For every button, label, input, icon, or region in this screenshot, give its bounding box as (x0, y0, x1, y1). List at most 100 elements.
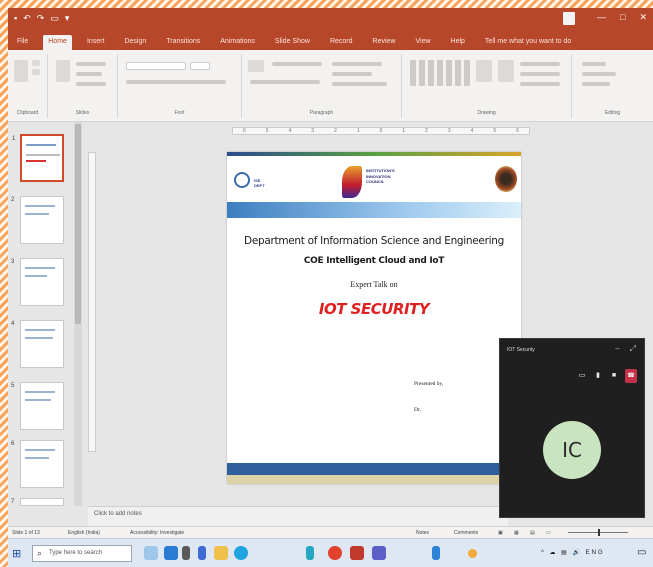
customize-icon[interactable]: ▾ (65, 13, 70, 24)
undo-icon[interactable]: ↶ (23, 13, 31, 24)
font-name-box[interactable] (126, 62, 186, 70)
font-size-box[interactable] (190, 62, 210, 70)
reading-view-icon[interactable]: ▤ (530, 530, 535, 536)
group-label: Drawing (477, 110, 496, 116)
redo-icon[interactable]: ↷ (37, 13, 45, 24)
reset-button[interactable] (76, 72, 102, 76)
file-explorer-icon[interactable] (214, 546, 228, 560)
group-clipboard: Clipboard (8, 54, 48, 118)
participant-avatar: IC (543, 421, 601, 479)
chrome-icon[interactable] (328, 546, 342, 560)
tab-transitions[interactable]: Transitions (161, 35, 205, 50)
shapes-gallery[interactable] (410, 60, 470, 86)
meeting-window-controls: – ⤢ (615, 344, 636, 354)
arrange-icon[interactable] (476, 60, 492, 82)
meeting-window[interactable]: IOT Security – ⤢ ▭ ▮ ■ ☎ IC (499, 338, 645, 518)
browser-icon[interactable] (234, 546, 248, 560)
edge-icon[interactable] (164, 546, 178, 560)
maximize-button[interactable]: □ (620, 12, 625, 23)
share-screen-icon[interactable]: ▭ (577, 371, 587, 381)
presenter-name: Dr. (414, 407, 421, 413)
mail-icon[interactable] (198, 546, 206, 560)
slide-thumbnail[interactable]: 2 (11, 196, 64, 244)
copy-icon[interactable] (32, 69, 40, 75)
quick-styles-icon[interactable] (498, 60, 514, 82)
tab-home[interactable]: Home (43, 35, 72, 50)
align-text-button[interactable] (332, 72, 372, 76)
tab-insert[interactable]: Insert (82, 35, 110, 50)
minimize-button[interactable]: — (597, 12, 606, 23)
slide-thumbnail[interactable]: 6 (11, 440, 64, 488)
notes-toggle[interactable]: Notes (416, 530, 429, 536)
zoom-slider-handle[interactable] (598, 529, 600, 536)
tab-record[interactable]: Record (325, 35, 358, 50)
bullets-icon[interactable] (248, 60, 264, 72)
group-drawing: Drawing (402, 54, 572, 118)
replace-button[interactable] (582, 72, 616, 76)
slide-sorter-icon[interactable]: ▦ (514, 530, 519, 536)
shape-fill-button[interactable] (520, 62, 560, 66)
title-bar: ▪ ↶ ↷ ▭ ▾ — □ ✕ (8, 8, 653, 30)
teams-icon[interactable] (372, 546, 386, 560)
font-format-buttons[interactable] (126, 80, 226, 84)
text-direction-button[interactable] (332, 62, 382, 66)
slide-thumbnail[interactable]: 1 (12, 134, 64, 182)
save-icon[interactable]: ▪ (14, 13, 17, 24)
slide-thumbnail[interactable]: 3 (11, 258, 64, 306)
user-avatar[interactable] (563, 12, 575, 25)
section-button[interactable] (76, 82, 106, 86)
shape-effects-button[interactable] (520, 82, 560, 86)
language-indicator[interactable]: English (India) (68, 530, 100, 536)
tab-file[interactable]: File (12, 35, 33, 50)
notes-pane[interactable]: Click to add notes (88, 506, 508, 526)
slide-thumbnail[interactable]: 5 (11, 382, 64, 430)
alignment-buttons[interactable] (250, 80, 320, 84)
slide-canvas[interactable]: ISE DEPT INSTITUTION'S INNOVATION COUNCIL D… (227, 152, 521, 484)
start-icon[interactable]: ⊞ (12, 547, 21, 560)
tab-design[interactable]: Design (119, 35, 151, 50)
comments-toggle[interactable]: Comments (454, 530, 478, 536)
tab-slide-show[interactable]: Slide Show (270, 35, 315, 50)
cut-icon[interactable] (32, 60, 40, 66)
tab-view[interactable]: View (410, 35, 435, 50)
tab-review[interactable]: Review (368, 35, 401, 50)
taskbar-search-box[interactable]: ⌕ Type here to search (32, 545, 132, 562)
app-icon[interactable] (306, 546, 314, 560)
hang-up-button[interactable]: ☎ (625, 369, 637, 383)
taskbar: ⊞ ⌕ Type here to search ^ ☁ ▤ 🔊 ENG ▭ (8, 538, 653, 567)
thumbnail-scrollbar[interactable] (74, 122, 82, 506)
shape-outline-button[interactable] (520, 72, 560, 76)
select-button[interactable] (582, 82, 610, 86)
task-view-icon[interactable] (144, 546, 158, 560)
start-from-beginning-icon[interactable]: ▭ (50, 13, 59, 24)
minimize-meeting-icon[interactable]: – (615, 344, 619, 354)
microphone-icon[interactable]: ▮ (593, 371, 603, 381)
new-slide-icon[interactable] (56, 60, 70, 82)
find-button[interactable] (582, 62, 606, 66)
accessibility-status[interactable]: Accessibility: Investigate (130, 530, 184, 536)
slide-thumbnail[interactable]: 7 (11, 498, 64, 506)
group-editing: Editing (572, 54, 653, 118)
app-icon-2[interactable] (432, 546, 440, 560)
dashed-frame-left (0, 0, 8, 567)
slideshow-icon[interactable]: ▭ (546, 530, 551, 536)
tab-animations[interactable]: Animations (215, 35, 260, 50)
list-buttons[interactable] (272, 62, 322, 66)
slide-thumbnail[interactable]: 4 (11, 320, 64, 368)
normal-view-icon[interactable]: ▣ (498, 530, 503, 536)
window-controls: — □ ✕ (597, 12, 647, 23)
camera-icon[interactable]: ■ (609, 371, 619, 381)
powerpoint-icon[interactable] (350, 546, 364, 560)
paste-icon[interactable] (14, 60, 28, 82)
tab-help[interactable]: Help (446, 35, 470, 50)
slide-number: 7 (11, 499, 15, 505)
tell-me-search[interactable]: Tell me what you want to do (480, 35, 576, 50)
notification-icon[interactable]: ▭ (637, 547, 646, 558)
store-icon[interactable] (182, 546, 190, 560)
expand-meeting-icon[interactable]: ⤢ (630, 344, 636, 354)
slide-number: 1 (12, 136, 16, 142)
system-tray[interactable]: ^ ☁ ▤ 🔊 ENG (541, 549, 605, 556)
layout-button[interactable] (76, 62, 106, 66)
convert-smartart-button[interactable] (332, 82, 387, 86)
close-button[interactable]: ✕ (639, 12, 647, 23)
